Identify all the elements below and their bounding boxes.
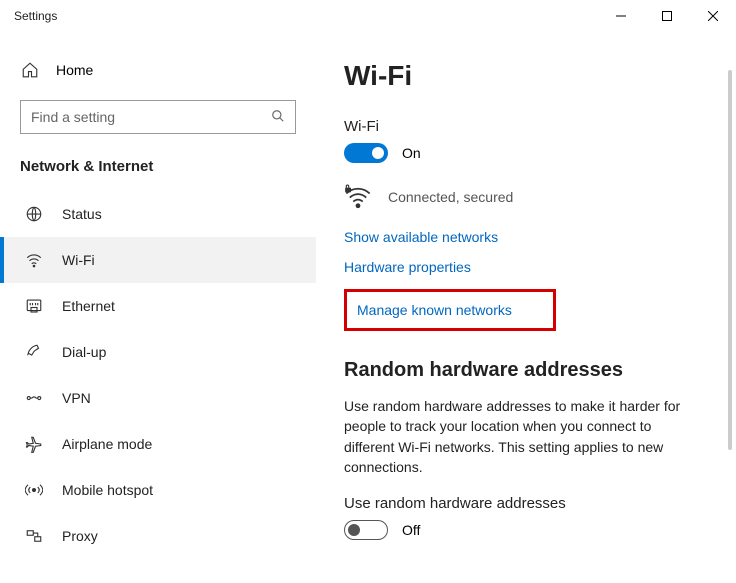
- wifi-secured-icon: [344, 183, 372, 211]
- home-label: Home: [56, 62, 93, 78]
- maximize-button[interactable]: [644, 0, 690, 32]
- window-title: Settings: [14, 9, 57, 23]
- status-icon: [24, 204, 44, 224]
- random-toggle-label: Use random hardware addresses: [344, 495, 712, 512]
- nav-label: Wi-Fi: [62, 252, 95, 268]
- airplane-icon: [24, 434, 44, 454]
- sidebar-item-status[interactable]: Status: [0, 191, 316, 237]
- link-hardware-properties[interactable]: Hardware properties: [344, 259, 712, 275]
- wifi-toggle-state: On: [402, 145, 421, 161]
- minimize-button[interactable]: [598, 0, 644, 32]
- dialup-icon: [24, 342, 44, 362]
- home-icon: [20, 60, 40, 80]
- nav-label: Proxy: [62, 528, 98, 544]
- nav-label: Ethernet: [62, 298, 115, 314]
- random-toggle[interactable]: [344, 520, 388, 540]
- scrollbar[interactable]: [728, 70, 732, 450]
- sidebar-item-dialup[interactable]: Dial-up: [0, 329, 316, 375]
- random-section-title: Random hardware addresses: [344, 359, 712, 382]
- search-placeholder: Find a setting: [31, 109, 115, 125]
- wifi-toggle[interactable]: [344, 143, 388, 163]
- connection-status-text: Connected, secured: [388, 189, 513, 205]
- link-show-available[interactable]: Show available networks: [344, 229, 712, 245]
- ethernet-icon: [24, 296, 44, 316]
- link-manage-known-networks[interactable]: Manage known networks: [357, 296, 512, 324]
- proxy-icon: [24, 526, 44, 546]
- toggle-knob: [348, 524, 360, 536]
- nav-label: VPN: [62, 390, 91, 406]
- content-pane: Wi-Fi Wi-Fi On Connected, secured Show a…: [316, 32, 736, 583]
- nav-label: Dial-up: [62, 344, 106, 360]
- search-input[interactable]: Find a setting: [20, 100, 296, 134]
- nav-label: Mobile hotspot: [62, 482, 153, 498]
- connection-status-row: Connected, secured: [344, 183, 712, 211]
- nav-list: Status Wi-Fi Ethernet Dial-up: [0, 191, 316, 559]
- search-icon: [271, 109, 285, 126]
- page-title: Wi-Fi: [344, 60, 712, 92]
- vpn-icon: [24, 388, 44, 408]
- home-button[interactable]: Home: [0, 54, 316, 86]
- wifi-icon: [24, 250, 44, 270]
- nav-label: Airplane mode: [62, 436, 152, 452]
- toggle-knob: [372, 147, 384, 159]
- titlebar: Settings: [0, 0, 736, 32]
- window-controls: [598, 0, 736, 32]
- nav-label: Status: [62, 206, 102, 222]
- close-icon: [708, 11, 718, 21]
- sidebar-item-ethernet[interactable]: Ethernet: [0, 283, 316, 329]
- sidebar-item-airplane[interactable]: Airplane mode: [0, 421, 316, 467]
- sidebar: Home Find a setting Network & Internet S…: [0, 32, 316, 583]
- sidebar-item-proxy[interactable]: Proxy: [0, 513, 316, 559]
- highlight-manage-known: Manage known networks: [344, 289, 556, 331]
- sidebar-item-hotspot[interactable]: Mobile hotspot: [0, 467, 316, 513]
- maximize-icon: [662, 11, 672, 21]
- wifi-toggle-label: Wi-Fi: [344, 118, 712, 135]
- sidebar-item-vpn[interactable]: VPN: [0, 375, 316, 421]
- random-toggle-state: Off: [402, 522, 420, 538]
- sidebar-item-wifi[interactable]: Wi-Fi: [0, 237, 316, 283]
- random-section-body: Use random hardware addresses to make it…: [344, 396, 704, 477]
- category-header: Network & Internet: [0, 152, 316, 191]
- close-button[interactable]: [690, 0, 736, 32]
- hotspot-icon: [24, 480, 44, 500]
- minimize-icon: [616, 11, 626, 21]
